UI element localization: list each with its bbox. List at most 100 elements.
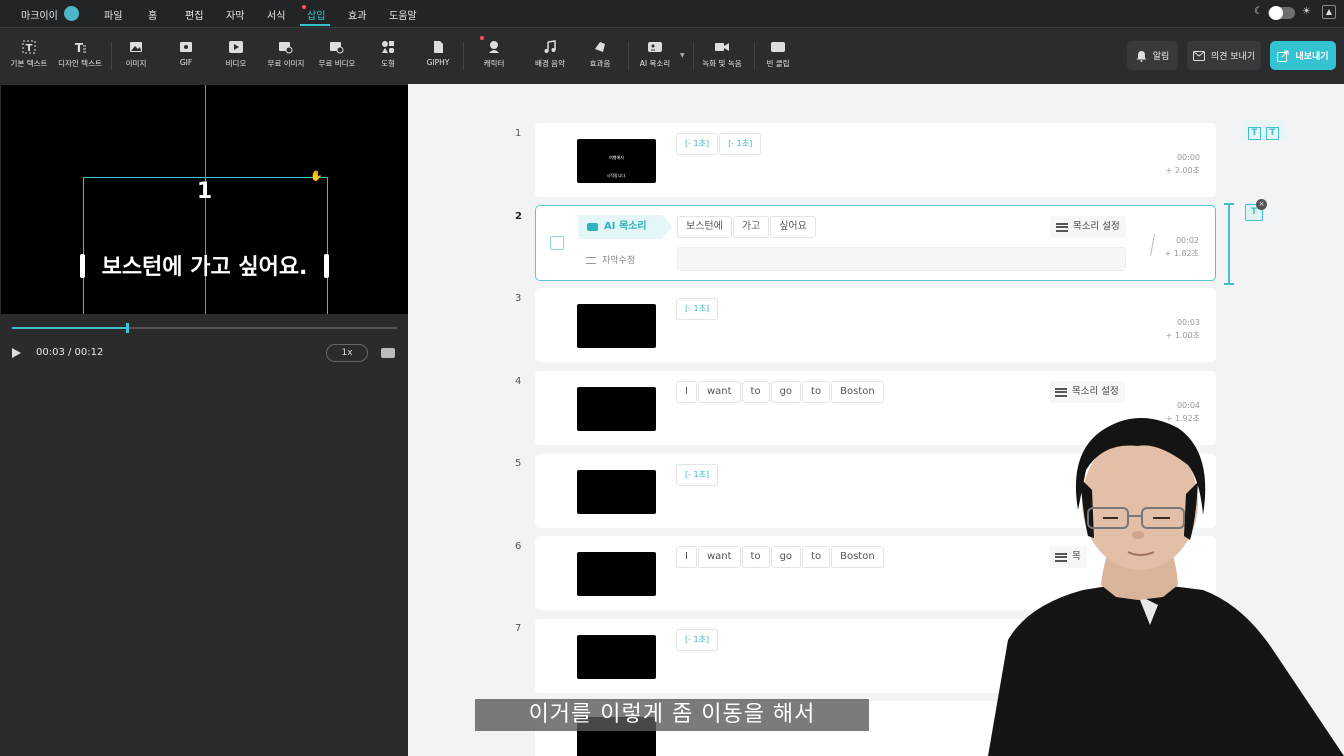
tool-free-image[interactable]: 무료 이미지 — [266, 40, 306, 74]
tool-video[interactable]: 비디오 — [222, 40, 250, 74]
tool-free-video[interactable]: 무료 비디오 — [316, 40, 358, 74]
tool-image[interactable]: 이미지 — [122, 40, 150, 74]
word-chip[interactable]: 싶어요 — [770, 216, 816, 238]
word-chip[interactable]: I — [676, 381, 697, 403]
image-icon — [130, 42, 142, 52]
row-number: 4 — [515, 376, 522, 387]
menu-format[interactable]: 서식 — [267, 7, 285, 22]
text-tool-icon[interactable]: T — [1266, 127, 1279, 140]
clip-thumbnail[interactable] — [577, 470, 656, 514]
clip-checkbox[interactable] — [550, 236, 564, 250]
menu-effect[interactable]: 효과 — [348, 7, 366, 22]
presenter-video — [988, 418, 1344, 756]
menu-help[interactable]: 도움말 — [389, 7, 417, 22]
clip-card-3[interactable]: [- 1초] 00:03 + 1.00초 — [535, 288, 1216, 362]
active-menu-underline — [300, 24, 330, 26]
export-button[interactable]: 내보내기 — [1270, 41, 1336, 70]
clip-thumbnail[interactable] — [577, 552, 656, 596]
tool-bg-music[interactable]: 배경 음악 — [534, 40, 566, 74]
clip-thumbnail[interactable] — [577, 387, 656, 431]
thumb-text: 여행해서 — [609, 155, 624, 160]
notify-button[interactable]: 알림 — [1127, 41, 1178, 70]
clip-time: 00:00 + 2.00초 — [1165, 153, 1200, 175]
word-chip[interactable]: to — [741, 381, 770, 403]
link-icon[interactable] — [1141, 234, 1155, 256]
tool-sound-effect[interactable]: 효과음 — [588, 40, 612, 74]
ai-voice-icon — [648, 42, 662, 52]
pause-chip[interactable]: [- 1초] — [676, 464, 719, 486]
word-chips: [- 1초] [- 1초] — [676, 133, 762, 155]
menu-file[interactable]: 파일 — [104, 7, 122, 22]
tool-design-text[interactable]: T 디자인 텍스트 — [58, 40, 102, 74]
toggle-knob — [1269, 6, 1283, 20]
row-number: 2 — [515, 211, 522, 222]
menu-subtitle[interactable]: 자막 — [226, 7, 244, 22]
user-name[interactable]: 마크이이 — [21, 7, 58, 22]
caption-text[interactable]: 보스턴에 가고 싶어요. — [1, 249, 408, 281]
ai-voice-badge[interactable]: AI 목소리 — [578, 215, 672, 239]
text-selection-box[interactable] — [83, 177, 328, 314]
moon-icon: ☾ — [1254, 6, 1263, 17]
pause-chip[interactable]: [- 1초] — [719, 133, 762, 155]
subtitle-edit-input[interactable] — [677, 247, 1126, 271]
word-chip[interactable]: to — [741, 546, 770, 568]
theme-toggle[interactable]: ☾ ☀ — [1254, 6, 1314, 20]
play-icon[interactable] — [12, 348, 21, 358]
word-chip[interactable]: want — [697, 381, 741, 403]
toolbar-divider — [111, 42, 112, 70]
word-chip[interactable]: want — [697, 546, 741, 568]
tool-blank-clip[interactable]: 빈 클립 — [764, 40, 792, 74]
resize-handle-right[interactable] — [324, 254, 329, 278]
feedback-button[interactable]: 의견 보내기 — [1187, 41, 1261, 70]
tool-shape[interactable]: 도형 — [376, 40, 400, 74]
tool-ai-voice[interactable]: AI 목소리 — [638, 40, 672, 74]
music-icon — [544, 40, 556, 53]
avatar[interactable] — [64, 6, 79, 21]
clip-thumbnail[interactable] — [577, 635, 656, 679]
word-chip[interactable]: to — [802, 381, 831, 403]
clip-thumbnail[interactable] — [577, 304, 656, 348]
clip-card-2[interactable]: AI 목소리 보스턴에 가고 싶어요 목소리 설정 자막수정 00:02 + 1.… — [535, 205, 1216, 281]
menu-insert[interactable]: 삽입 — [302, 5, 325, 22]
menu-edit[interactable]: 편집 — [185, 7, 203, 22]
voice-settings-button[interactable]: 목소리 설정 — [1050, 216, 1126, 238]
word-chip[interactable]: Boston — [831, 546, 884, 568]
tool-giphy[interactable]: GIPHY — [425, 40, 451, 74]
clip-thumbnail[interactable]: 여행해서 시작합니다. — [577, 139, 656, 183]
shape-icon — [382, 41, 394, 53]
tool-record[interactable]: 녹화 및 녹음 — [702, 40, 742, 74]
word-chip[interactable]: Boston — [831, 381, 884, 403]
word-chip[interactable]: go — [770, 546, 802, 568]
chevron-down-icon[interactable]: ▼ — [680, 52, 685, 59]
word-chip[interactable]: 가고 — [732, 216, 770, 238]
pause-chip[interactable]: [- 1초] — [676, 629, 719, 651]
tool-character[interactable]: 캐릭터 — [480, 36, 506, 74]
resize-handle-left[interactable] — [80, 254, 85, 278]
pause-chip[interactable]: [- 1초] — [676, 133, 719, 155]
pause-chip[interactable]: [- 1초] — [676, 298, 719, 320]
video-canvas[interactable]: 1 보스턴에 가고 싶어요. ✋ — [1, 85, 408, 314]
word-chip[interactable]: to — [802, 546, 831, 568]
row-number: 6 — [515, 541, 522, 552]
subtitle-toggle-icon[interactable] — [381, 348, 395, 358]
clip-range-bar[interactable] — [1224, 203, 1234, 285]
row-number: 7 — [515, 623, 522, 634]
text-tool-icon[interactable]: T — [1248, 127, 1261, 140]
voice-settings-button[interactable]: 목소리 설정 — [1049, 381, 1125, 403]
menu-home[interactable]: 홈 — [148, 7, 157, 22]
word-chip[interactable]: go — [770, 381, 802, 403]
close-icon[interactable]: × — [1256, 199, 1267, 210]
speed-button[interactable]: 1x — [326, 344, 368, 362]
clip-card-1[interactable]: 여행해서 시작합니다. [- 1초] [- 1초] 00:00 + 2.00초 — [535, 123, 1216, 197]
word-chip[interactable]: 보스턴에 — [677, 216, 732, 238]
toolbar-divider — [463, 42, 464, 70]
word-chips: [- 1초] — [676, 298, 719, 320]
free-video-icon — [330, 42, 344, 54]
word-chip[interactable]: I — [676, 546, 697, 568]
collapse-toolbar-icon[interactable]: ▲ — [1322, 5, 1336, 19]
video-icon — [229, 41, 243, 53]
seek-progress — [12, 327, 128, 329]
tool-basic-text[interactable]: T 기본 텍스트 — [10, 40, 48, 74]
tool-gif[interactable]: GIF — [173, 40, 199, 74]
seek-handle[interactable] — [126, 323, 129, 333]
